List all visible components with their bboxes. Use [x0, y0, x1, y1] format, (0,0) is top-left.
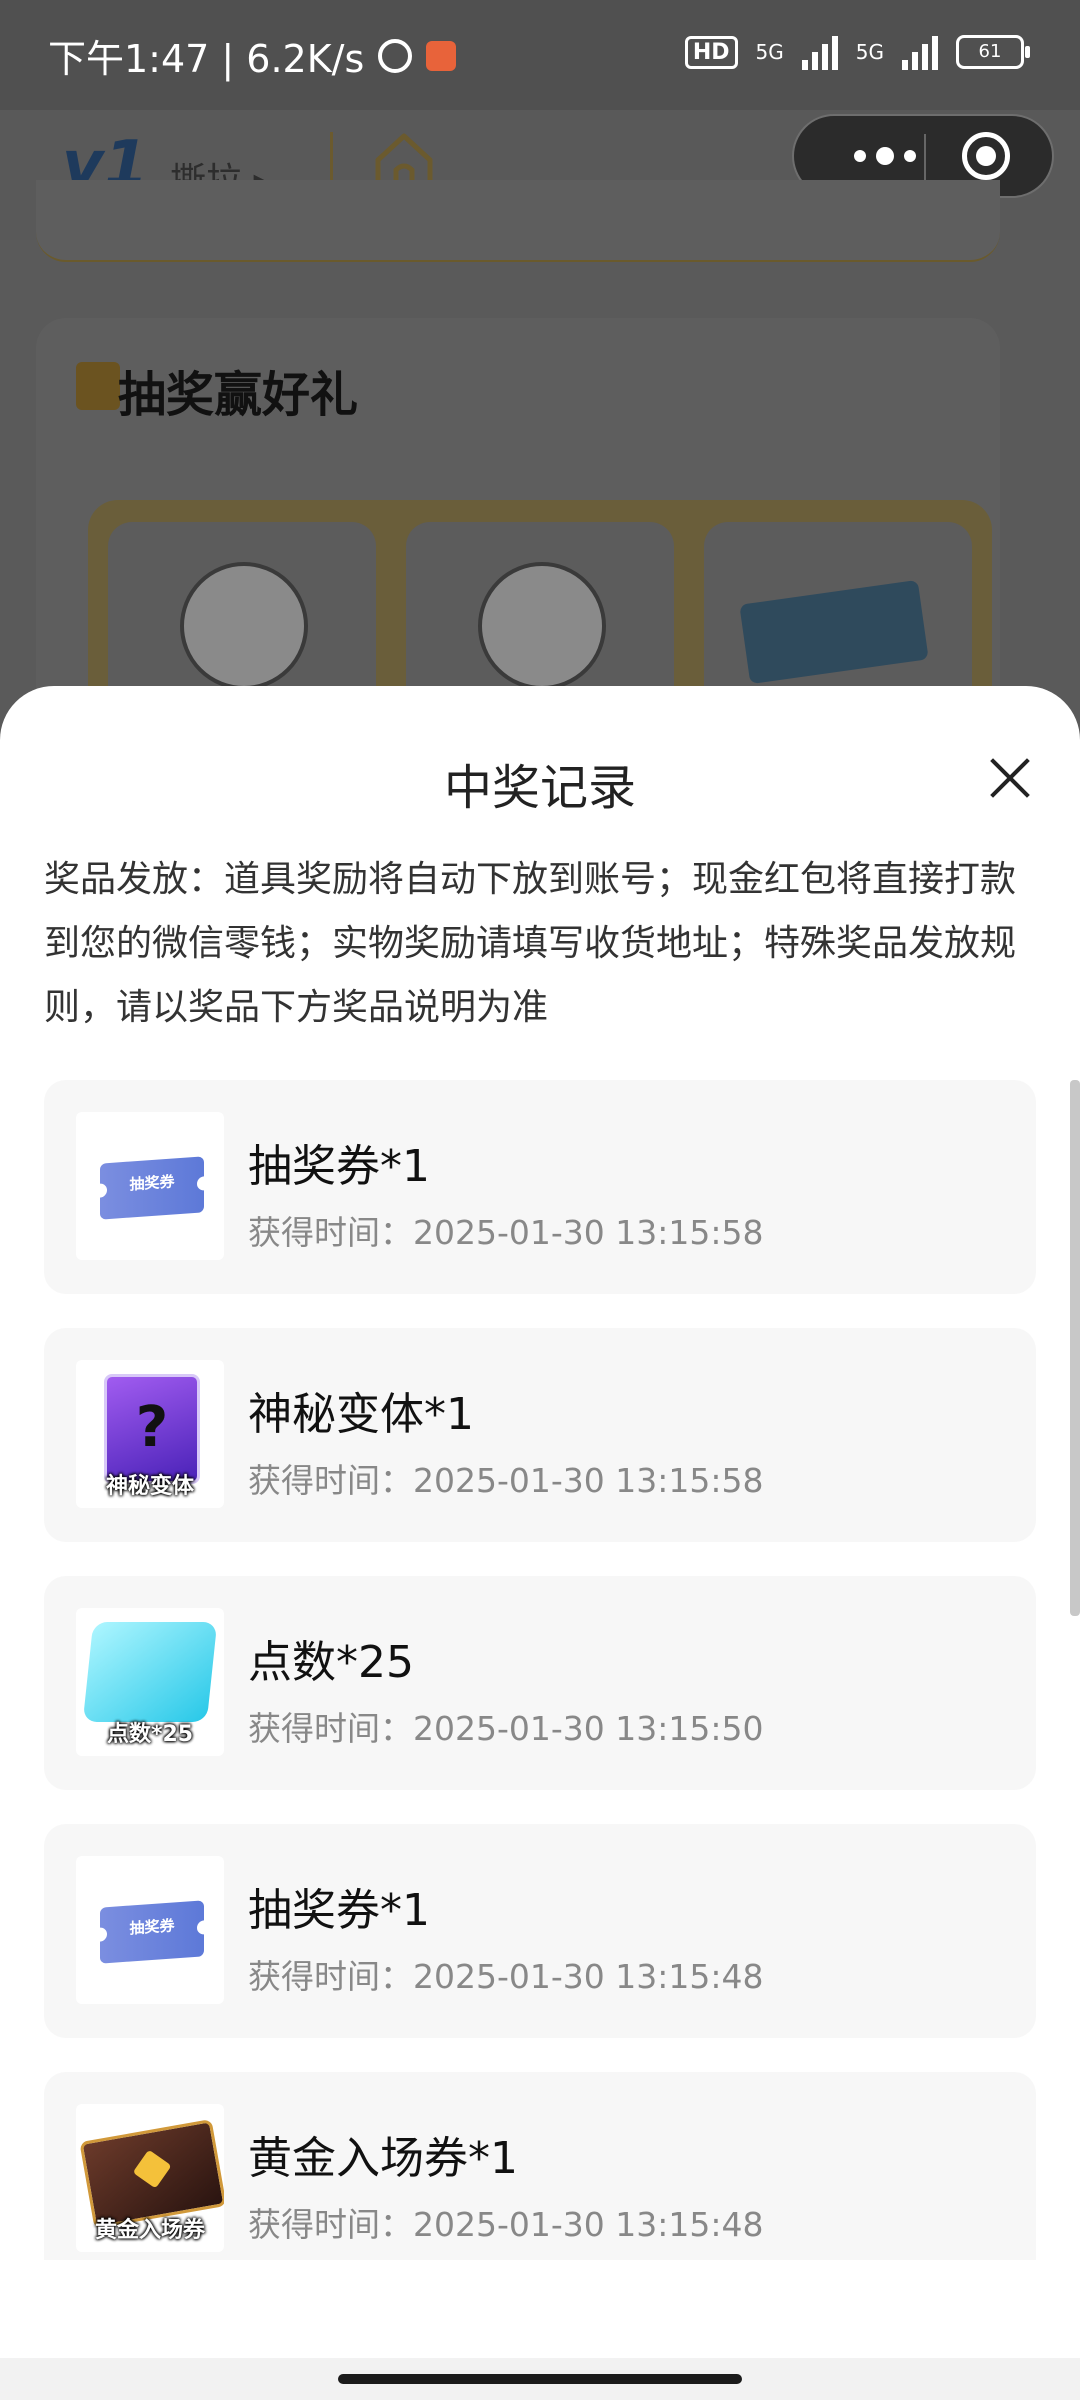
record-name: 抽奖券*1 — [248, 1885, 430, 1936]
prize-ticket-icon — [739, 579, 929, 685]
status-right: HD 5G 5G 61 — [684, 34, 1030, 70]
record-item: 点数*25 点数*25 获得时间：2025-01-30 13:15:50 — [44, 1576, 1036, 1790]
record-item: 抽奖券 抽奖券*1 获得时间：2025-01-30 13:15:58 — [44, 1080, 1036, 1294]
record-time: 获得时间：2025-01-30 13:15:58 — [248, 1461, 764, 1500]
thumb-label: 神秘变体 — [105, 1474, 194, 1499]
record-time: 获得时间：2025-01-30 13:15:48 — [248, 2205, 764, 2244]
thumb-label: 抽奖券 — [129, 1916, 175, 1938]
status-bar: 下午1:47 | 6.2K/s HD 5G 5G 61 — [0, 0, 1080, 110]
record-item: ? 神秘变体 神秘变体*1 获得时间：2025-01-30 13:15:58 — [44, 1328, 1036, 1542]
status-left: 下午1:47 | 6.2K/s — [48, 28, 457, 83]
lottery-ticket-icon: 抽奖券 — [76, 1856, 224, 2004]
network-type-1: 5G — [755, 40, 784, 64]
background-section-title: 抽奖赢好礼 — [118, 367, 359, 423]
thumb-label: 点数*25 — [106, 1722, 194, 1747]
app-notification-icon — [426, 40, 457, 71]
scrollbar[interactable] — [1070, 1080, 1080, 1616]
network-type-2: 5G — [855, 40, 884, 64]
thumb-label: 黄金入场券 — [94, 2218, 205, 2243]
alarm-icon — [378, 38, 413, 73]
record-item: 抽奖券 抽奖券*1 获得时间：2025-01-30 13:15:48 — [44, 1824, 1036, 2038]
record-name: 抽奖券*1 — [248, 1141, 430, 1192]
record-time: 获得时间：2025-01-30 13:15:58 — [248, 1213, 764, 1252]
close-icon[interactable] — [988, 756, 1032, 800]
status-time-speed: 下午1:47 | 6.2K/s — [48, 37, 365, 81]
close-miniprogram-icon[interactable] — [962, 132, 1010, 180]
hd-voice-icon: HD — [684, 35, 738, 69]
record-name: 点数*25 — [248, 1637, 414, 1688]
record-name: 神秘变体*1 — [248, 1389, 474, 1440]
prize-coin-icon — [180, 562, 308, 690]
home-indicator[interactable] — [338, 2374, 742, 2384]
mystery-variant-icon: ? 神秘变体 — [76, 1360, 224, 1508]
record-time: 获得时间：2025-01-30 13:15:48 — [248, 1957, 764, 1996]
record-name: 黄金入场券*1 — [248, 2133, 518, 2184]
signal-icon — [801, 34, 838, 70]
prize-distribution-notice: 奖品发放：道具奖励将自动下放到账号；现金红包将直接打款到您的微信零钱；实物奖励请… — [44, 859, 1017, 1028]
winning-records-modal: 中奖记录 奖品发放：道具奖励将自动下放到账号；现金红包将直接打款到您的微信零钱；… — [0, 686, 1080, 2400]
capsule-divider — [924, 134, 926, 180]
record-time: 获得时间：2025-01-30 13:15:50 — [248, 1709, 764, 1748]
gift-icon — [76, 362, 120, 410]
battery-icon: 61 — [956, 35, 1030, 69]
thumb-label: 抽奖券 — [129, 1172, 175, 1194]
background-card-top — [36, 180, 1000, 262]
records-list[interactable]: 抽奖券 抽奖券*1 获得时间：2025-01-30 13:15:58 ? 神秘变… — [44, 1080, 1036, 2260]
modal-title: 中奖记录 — [443, 760, 636, 816]
signal-icon — [902, 34, 938, 70]
record-item: 黄金入场券 黄金入场券*1 获得时间：2025-01-30 13:15:48 — [44, 2072, 1036, 2260]
points-crystal-icon: 点数*25 — [76, 1608, 224, 1756]
prize-coin-icon — [478, 562, 606, 690]
lottery-ticket-icon: 抽奖券 — [76, 1112, 224, 1260]
golden-ticket-icon: 黄金入场券 — [76, 2104, 224, 2252]
